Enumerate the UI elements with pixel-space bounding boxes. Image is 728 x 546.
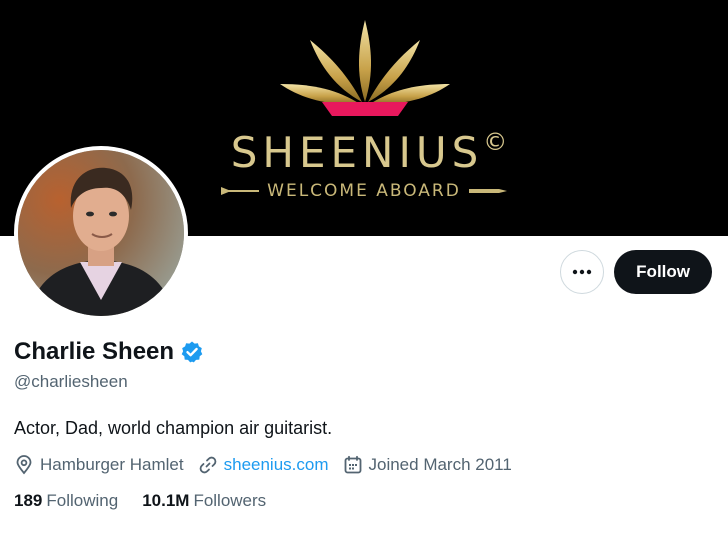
joined-date: Joined March 2011: [368, 455, 512, 474]
profile-actions: Follow: [560, 250, 712, 294]
more-dots-icon: [572, 269, 592, 275]
website-item: sheenius.com: [198, 455, 329, 475]
location-pin-icon: [16, 455, 32, 475]
avatar[interactable]: [14, 146, 188, 320]
location-item: Hamburger Hamlet: [14, 455, 184, 475]
profile-info: Charlie Sheen @charliesheen Actor, Dad, …: [14, 338, 714, 511]
banner-brand-name: SHEENIUS: [230, 128, 484, 177]
location-text: Hamburger Hamlet: [40, 455, 184, 474]
joined-item: Joined March 2011: [343, 455, 512, 475]
following-count: 189: [14, 491, 43, 510]
followers-link[interactable]: 10.1M Followers: [142, 491, 266, 511]
profile-meta: Hamburger Hamlet sheenius.com Joined Mar…: [14, 455, 714, 475]
following-label: Following: [46, 491, 119, 510]
banner-tagline: WELCOME ABOARD: [267, 181, 461, 201]
calendar-icon: [344, 455, 361, 474]
arrow-right-icon: [221, 187, 260, 195]
link-icon: [199, 456, 216, 474]
arrow-tip-icon: [468, 189, 507, 193]
gold-lotus-icon: [280, 20, 450, 116]
followers-count: 10.1M: [142, 491, 190, 510]
follow-button[interactable]: Follow: [614, 250, 712, 294]
website-link[interactable]: sheenius.com: [224, 455, 329, 475]
user-handle: @charliesheen: [14, 372, 128, 391]
more-options-button[interactable]: [560, 250, 605, 294]
verified-badge-icon[interactable]: [180, 340, 204, 364]
name-row: Charlie Sheen: [14, 338, 714, 366]
profile-bio: Actor, Dad, world champion air guitarist…: [14, 418, 333, 438]
display-name: Charlie Sheen: [14, 338, 175, 365]
copyright-mark: ©: [483, 128, 508, 156]
followers-label: Followers: [193, 491, 267, 510]
profile-photo: [18, 150, 184, 316]
following-link[interactable]: 189 Following: [14, 491, 118, 511]
follow-stats: 189 Following 10.1M Followers: [14, 491, 714, 511]
